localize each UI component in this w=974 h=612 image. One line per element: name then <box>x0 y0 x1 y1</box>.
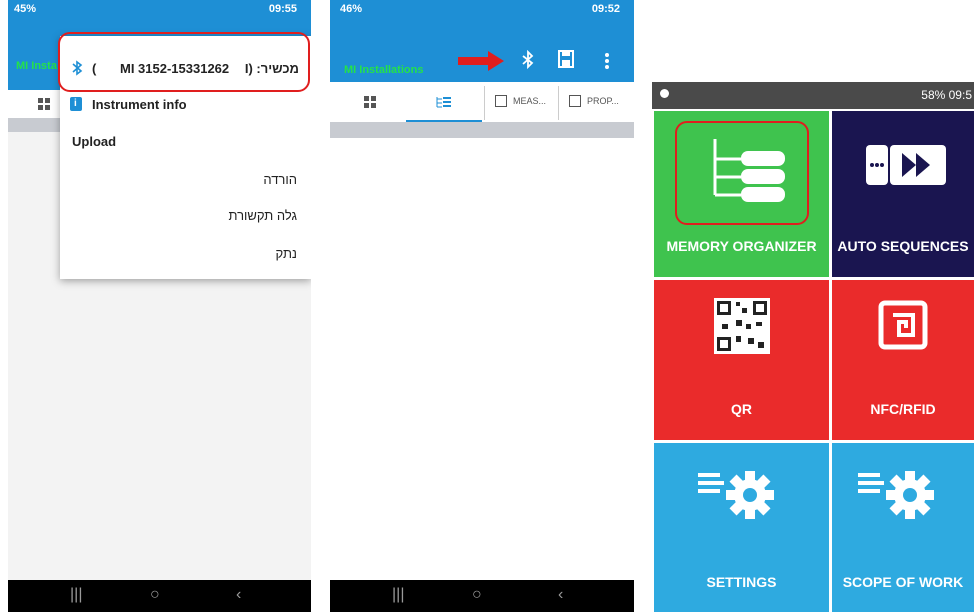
back-icon[interactable]: ‹ <box>558 586 563 604</box>
menu-item-disconnect[interactable]: נתק <box>60 246 311 268</box>
menu-item-instrument-info[interactable]: i Instrument info <box>60 94 311 116</box>
notification-dot <box>660 89 669 98</box>
tile-nfc-rfid[interactable]: NFC/RFID <box>832 280 974 440</box>
menu-item-upload[interactable]: Upload <box>60 132 311 154</box>
bluetooth-icon[interactable] <box>520 50 536 70</box>
list-icon <box>569 95 581 107</box>
tile-scope-of-work[interactable]: SCOPE OF WORK <box>832 443 974 612</box>
app-title: MI Insta <box>16 60 57 72</box>
grid-icon <box>364 96 376 108</box>
tile-auto-sequences[interactable]: AUTO SEQUENCES <box>832 111 974 277</box>
list-icon <box>495 95 507 107</box>
screen-main: 46% 09:52 MI Installations MEAS... PROP.… <box>330 0 634 612</box>
tile-qr[interactable]: QR <box>654 280 829 440</box>
qr-icon <box>714 298 770 354</box>
recents-icon[interactable]: ||| <box>70 586 82 604</box>
tab-tree[interactable] <box>406 86 482 122</box>
tab-dashboard[interactable] <box>350 86 390 120</box>
gear-icon <box>858 471 934 519</box>
more-vert-icon[interactable] <box>604 52 610 70</box>
status-right: 58% 09:5 <box>921 88 972 102</box>
grid-icon[interactable] <box>38 97 50 110</box>
screen-device-menu: 45% 09:55 MI Insta ( MI 3152-15331262 מכ… <box>8 0 311 612</box>
back-icon[interactable]: ‹ <box>236 586 241 604</box>
tab-bar: MEAS... PROP... <box>330 82 634 123</box>
arrow-icon <box>458 51 504 71</box>
nfc-icon <box>878 300 928 350</box>
clock: 09:55 <box>268 3 297 15</box>
info-icon: i <box>70 97 82 111</box>
tab-properties[interactable]: PROP... <box>558 86 631 120</box>
tile-settings[interactable]: SETTINGS <box>654 443 829 612</box>
home-icon[interactable]: ○ <box>150 586 160 604</box>
menu-item-discover[interactable]: גלה תקשורת <box>60 208 311 230</box>
highlight-box <box>58 32 310 92</box>
system-nav-bar: ||| ○ ‹ <box>330 580 634 612</box>
save-icon[interactable] <box>558 50 574 68</box>
battery-status: 45% <box>14 3 37 15</box>
status-bar: 46% 09:52 <box>330 0 634 20</box>
status-bar: 45% 09:55 <box>8 0 311 20</box>
menu-item-download[interactable]: הורדה <box>60 172 311 194</box>
recents-icon[interactable]: ||| <box>392 586 404 604</box>
home-icon[interactable]: ○ <box>472 586 482 604</box>
app-title: MI Installations <box>344 64 424 76</box>
screen-home: 58% 09:5 MEMORY ORGANIZER AUTO SEQUENCES <box>652 82 974 612</box>
tree-icon <box>436 97 451 108</box>
highlight-box <box>675 121 809 225</box>
tree-header-bar <box>330 122 634 138</box>
system-nav-bar: ||| ○ ‹ <box>8 580 311 612</box>
clock: 09:52 <box>591 3 620 15</box>
status-bar: 58% 09:5 <box>652 82 974 109</box>
battery-status: 46% <box>340 3 363 15</box>
instrument-info-label: Instrument info <box>92 97 187 112</box>
autoplay-icon <box>866 145 946 185</box>
tab-measurements[interactable]: MEAS... <box>484 86 557 120</box>
app-bar: MI Installations <box>330 20 634 90</box>
gear-icon <box>698 471 774 519</box>
